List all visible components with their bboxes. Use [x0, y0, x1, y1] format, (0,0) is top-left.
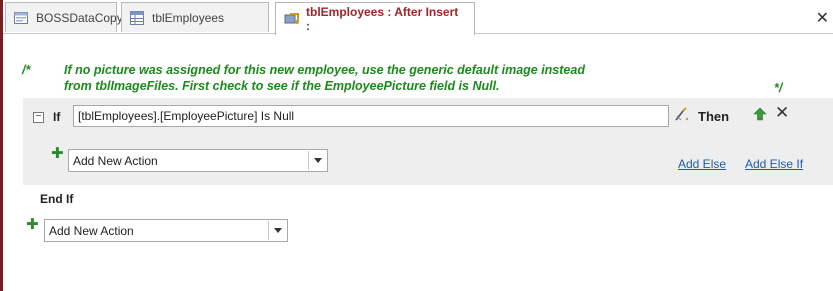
- comment-close: */: [774, 81, 783, 95]
- tab-bossdatacopy[interactable]: BOSSDataCopy: [5, 2, 123, 32]
- chevron-down-icon[interactable]: [308, 151, 326, 170]
- move-up-arrow-icon[interactable]: [753, 107, 767, 121]
- delete-icon[interactable]: ✕: [775, 103, 789, 123]
- tab-tblemployees[interactable]: tblEmployees: [121, 2, 269, 32]
- collapse-toggle-icon[interactable]: −: [33, 112, 44, 123]
- add-else-link[interactable]: Add Else: [678, 157, 726, 171]
- left-border: [0, 0, 3, 291]
- expression-builder-icon[interactable]: [673, 106, 691, 124]
- add-action-plus-icon: ✚: [51, 144, 64, 162]
- document-tab-strip: BOSSDataCopy tblEmployees tblEmployees :…: [3, 0, 833, 35]
- if-label: If: [53, 110, 61, 124]
- select-value: Add New Action: [73, 154, 158, 168]
- add-action-plus-icon: ✚: [26, 215, 39, 233]
- add-new-action-select[interactable]: Add New Action: [68, 149, 328, 172]
- select-value: Add New Action: [49, 224, 134, 238]
- add-new-action-select-bottom[interactable]: Add New Action: [44, 219, 288, 242]
- tab-label: tblEmployees: [152, 10, 225, 25]
- macro-icon: [284, 12, 299, 26]
- tab-label: BOSSDataCopy: [36, 10, 123, 25]
- close-icon[interactable]: ✕: [816, 8, 829, 27]
- table-icon: [130, 10, 144, 25]
- tab-after-insert[interactable]: tblEmployees : After Insert :: [275, 2, 475, 35]
- comment-line-1: If no picture was assigned for this new …: [64, 63, 585, 77]
- end-if-label: End If: [40, 192, 74, 206]
- condition-input[interactable]: [tblEmployees].[EmployeePicture] Is Null: [73, 105, 669, 127]
- add-else-if-link[interactable]: Add Else If: [745, 157, 803, 171]
- if-block[interactable]: − If [tblEmployees].[EmployeePicture] Is…: [23, 98, 833, 185]
- comment-open: /*: [22, 63, 31, 77]
- chevron-down-icon[interactable]: [268, 221, 286, 240]
- tab-label: tblEmployees : After Insert :: [306, 5, 459, 33]
- then-label: Then: [698, 109, 730, 124]
- comment-line-2: from tblImageFiles. First check to see i…: [64, 79, 500, 93]
- form-icon: [14, 11, 28, 25]
